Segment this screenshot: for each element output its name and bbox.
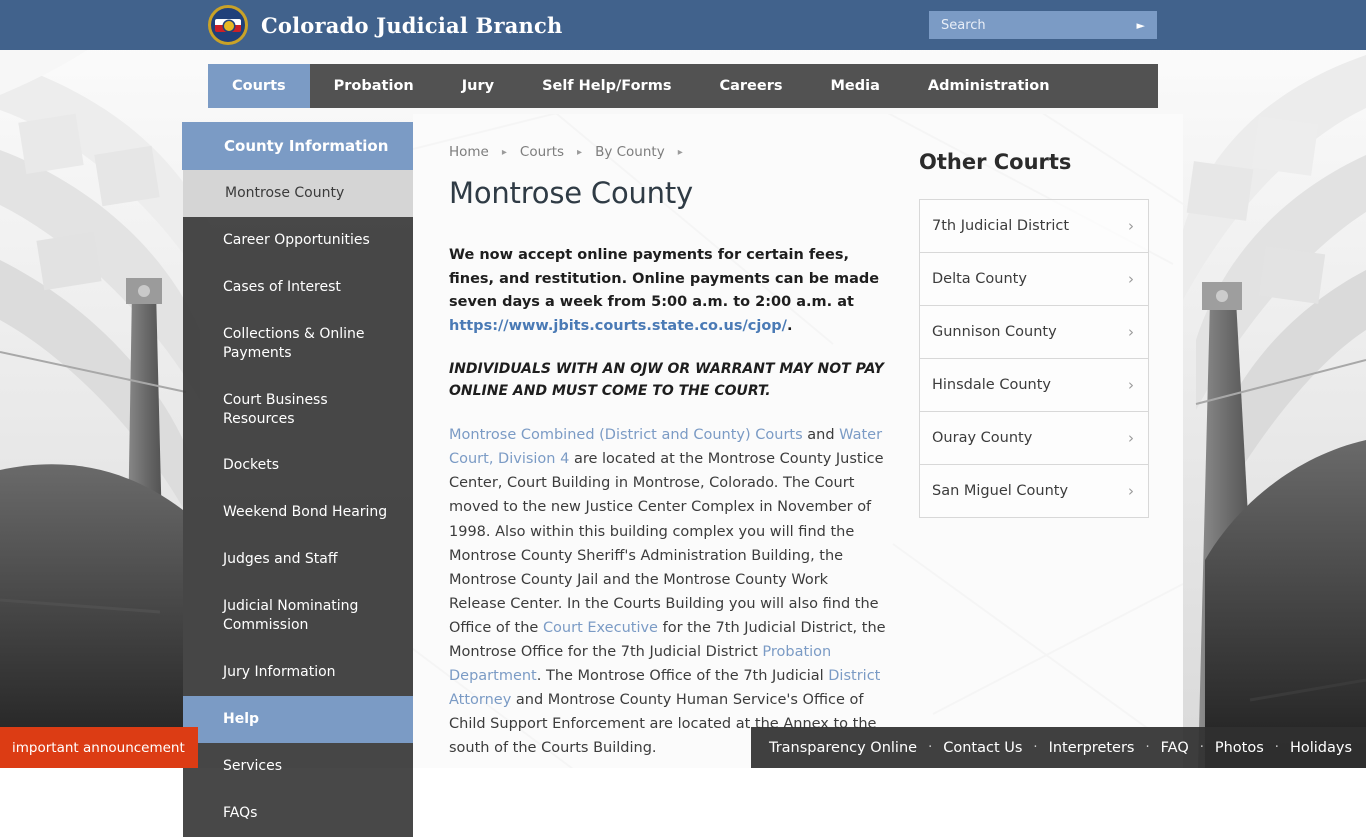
other-courts-item-label: Gunnison County — [932, 324, 1057, 340]
other-courts-item-label: San Miguel County — [932, 483, 1068, 499]
footer-separator: · — [1135, 740, 1161, 755]
brand-title: Colorado Judicial Branch — [261, 13, 562, 38]
other-courts-item-label: 7th Judicial District — [932, 218, 1069, 234]
nav-item-probation[interactable]: Probation — [310, 64, 438, 108]
chevron-right-icon: › — [1128, 323, 1134, 341]
jbits-cjop-link[interactable]: https://www.jbits.courts.state.co.us/cjo… — [449, 318, 787, 334]
nav-item-courts[interactable]: Courts — [208, 64, 310, 108]
top-header-bar: Colorado Judicial Branch ► — [0, 0, 1366, 50]
breadcrumb-item-by-county[interactable]: By County — [595, 144, 665, 160]
other-courts-item-label: Hinsdale County — [932, 377, 1051, 393]
nav-item-self-help-forms[interactable]: Self Help/Forms — [518, 64, 695, 108]
sidebar-item-judicial-nominating-commission[interactable]: Judicial Nominating Commission — [183, 583, 413, 649]
article-body: We now accept online payments for certai… — [449, 244, 889, 768]
other-courts-panel: Other Courts 7th Judicial District › Del… — [919, 150, 1149, 518]
breadcrumb-separator-icon: ▸ — [665, 147, 696, 158]
breadcrumb-item-home[interactable]: Home — [449, 144, 489, 160]
chevron-right-icon: › — [1128, 482, 1134, 500]
nav-item-administration[interactable]: Administration — [904, 64, 1074, 108]
montrose-combined-courts-link[interactable]: Montrose Combined (District and County) … — [449, 427, 803, 443]
footer-separator: · — [1189, 740, 1215, 755]
para1-text-2: are located at the Montrose County Justi… — [449, 451, 884, 635]
ojw-warrant-warning: INDIVIDUALS WITH AN OJW OR WARRANT MAY N… — [449, 358, 889, 403]
footer-links-bar: Transparency Online · Contact Us · Inter… — [751, 727, 1366, 768]
sidebar-item-weekend-bond-hearing[interactable]: Weekend Bond Hearing — [183, 489, 413, 536]
paragraph-court-locations: Montrose Combined (District and County) … — [449, 423, 889, 760]
content-wrapper: County Information Montrose County Caree… — [183, 108, 1183, 768]
sidebar-item-help[interactable]: Help — [183, 696, 413, 743]
footer-separator: · — [1022, 740, 1048, 755]
footer-link-transparency-online[interactable]: Transparency Online — [769, 740, 917, 756]
main-navigation: Courts Probation Jury Self Help/Forms Ca… — [208, 64, 1158, 108]
sidebar-item-county-information[interactable]: County Information — [182, 122, 413, 170]
sidebar-item-career-opportunities[interactable]: Career Opportunities — [183, 217, 413, 264]
sidebar-item-cases-of-interest[interactable]: Cases of Interest — [183, 264, 413, 311]
para1-text-4: . The Montrose Office of the 7th Judicia… — [537, 668, 829, 684]
breadcrumb-separator-icon: ▸ — [564, 147, 595, 158]
chevron-right-icon: › — [1128, 270, 1134, 288]
nav-item-jury[interactable]: Jury — [438, 64, 518, 108]
panel-inner: Home ▸ Courts ▸ By County ▸ Montrose Cou… — [413, 114, 1183, 768]
para1-text-1: and — [803, 427, 840, 443]
other-courts-item-hinsdale-county[interactable]: Hinsdale County › — [919, 358, 1149, 412]
important-announcement-banner[interactable]: important announcement — [0, 727, 198, 768]
footer-link-holidays[interactable]: Holidays — [1290, 740, 1352, 756]
sidebar-item-judges-and-staff[interactable]: Judges and Staff — [183, 536, 413, 583]
search-input[interactable] — [941, 18, 1137, 33]
sidebar-item-montrose-county[interactable]: Montrose County — [183, 170, 413, 217]
main-content-panel: Home ▸ Courts ▸ By County ▸ Montrose Cou… — [413, 114, 1183, 768]
lede-text-after-link: . — [787, 318, 793, 334]
sidebar-menu: County Information Montrose County Caree… — [183, 122, 413, 768]
court-executive-link[interactable]: Court Executive — [543, 620, 658, 636]
nav-item-careers[interactable]: Careers — [695, 64, 806, 108]
sidebar-item-jury-information[interactable]: Jury Information — [183, 649, 413, 696]
other-courts-item-gunnison-county[interactable]: Gunnison County › — [919, 305, 1149, 359]
nav-item-media[interactable]: Media — [806, 64, 903, 108]
footer-link-interpreters[interactable]: Interpreters — [1049, 740, 1135, 756]
other-courts-title: Other Courts — [919, 150, 1149, 174]
other-courts-item-label: Delta County — [932, 271, 1027, 287]
footer-link-contact-us[interactable]: Contact Us — [943, 740, 1022, 756]
chevron-right-icon: › — [1128, 217, 1134, 235]
footer-link-faq[interactable]: FAQ — [1161, 740, 1189, 756]
chevron-right-icon: › — [1128, 429, 1134, 447]
sidebar-item-dockets[interactable]: Dockets — [183, 442, 413, 489]
online-payments-notice: We now accept online payments for certai… — [449, 244, 889, 339]
search-submit-arrow-icon[interactable]: ► — [1137, 20, 1149, 31]
search-box[interactable]: ► — [929, 11, 1157, 39]
other-courts-item-label: Ouray County — [932, 430, 1032, 446]
brand[interactable]: Colorado Judicial Branch — [208, 5, 562, 45]
sidebar-item-collections-online-payments[interactable]: Collections & Online Payments — [183, 311, 413, 377]
colorado-courts-seal-icon — [208, 5, 248, 45]
other-courts-item-7th-judicial-district[interactable]: 7th Judicial District › — [919, 199, 1149, 253]
other-courts-item-san-miguel-county[interactable]: San Miguel County › — [919, 464, 1149, 518]
breadcrumb-separator-icon: ▸ — [489, 147, 520, 158]
sidebar-item-faqs[interactable]: FAQs — [183, 790, 413, 837]
lede-text-before-link: We now accept online payments for certai… — [449, 247, 879, 310]
other-courts-item-delta-county[interactable]: Delta County › — [919, 252, 1149, 306]
other-courts-item-ouray-county[interactable]: Ouray County › — [919, 411, 1149, 465]
sidebar-item-services[interactable]: Services — [183, 743, 413, 790]
breadcrumb-item-courts[interactable]: Courts — [520, 144, 564, 160]
footer-link-photos[interactable]: Photos — [1215, 740, 1264, 756]
footer-separator: · — [917, 740, 943, 755]
footer-separator: · — [1264, 740, 1290, 755]
sidebar-item-court-business-resources[interactable]: Court Business Resources — [183, 377, 413, 443]
chevron-right-icon: › — [1128, 376, 1134, 394]
